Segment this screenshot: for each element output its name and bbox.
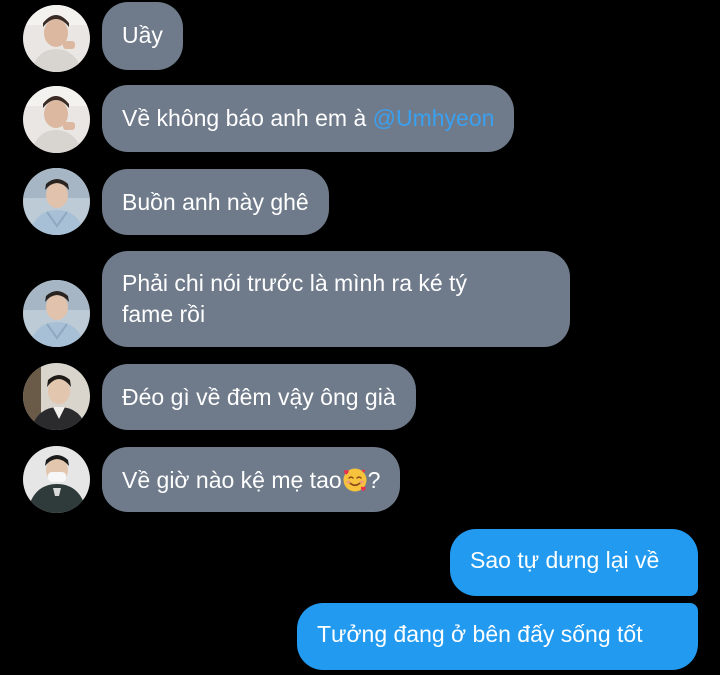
- message-text: Buồn anh này ghê: [122, 189, 309, 215]
- smiling-face-with-hearts-icon: [342, 467, 368, 493]
- outgoing-message[interactable]: Sao tự dưng lại về: [450, 529, 698, 596]
- message-text-line: fame rồi: [122, 301, 206, 327]
- incoming-message[interactable]: Uầy: [102, 2, 183, 70]
- incoming-message[interactable]: Đéo gì về đêm vậy ông già: [102, 364, 416, 430]
- sender-avatar[interactable]: [23, 86, 90, 153]
- sender-avatar[interactable]: [23, 5, 90, 72]
- incoming-message[interactable]: Về không báo anh em à @Umhyeon: [102, 85, 515, 152]
- sender-avatar[interactable]: [23, 280, 90, 347]
- message-text-line: Phải chi nói trước là mình ra ké tý: [122, 270, 467, 296]
- message-text: Sao tự dưng lại về: [470, 547, 660, 573]
- incoming-message[interactable]: Buồn anh này ghê: [102, 169, 329, 235]
- sender-avatar[interactable]: [23, 363, 90, 430]
- message-text: ?: [367, 467, 381, 493]
- sender-avatar[interactable]: [23, 446, 90, 513]
- user-mention-link[interactable]: @Umhyeon: [373, 105, 495, 131]
- message-text: Uầy: [122, 22, 163, 48]
- message-text: Về giờ nào kệ mẹ tao: [122, 467, 342, 493]
- sender-avatar[interactable]: [23, 168, 90, 235]
- incoming-message[interactable]: Về giờ nào kệ mẹ tao ?: [102, 447, 401, 512]
- incoming-message[interactable]: Phải chi nói trước là mình ra ké tý fame…: [102, 251, 570, 347]
- outgoing-message[interactable]: Tưởng đang ở bên đấy sống tốt: [297, 603, 698, 670]
- message-text: Về không báo anh em à: [122, 105, 373, 131]
- message-text: Tưởng đang ở bên đấy sống tốt: [317, 621, 643, 647]
- message-text: Đéo gì về đêm vậy ông già: [122, 384, 396, 410]
